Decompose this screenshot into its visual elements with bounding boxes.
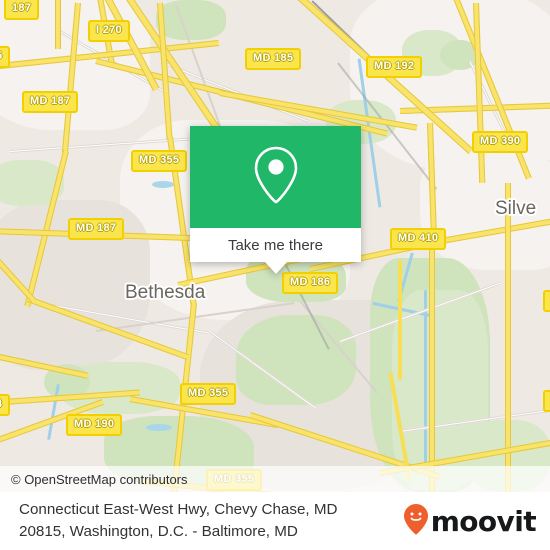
openstreetmap-attribution[interactable]: © OpenStreetMap contributors — [0, 472, 188, 487]
footer-bar: Connecticut East-West Hwy, Chevy Chase, … — [0, 492, 550, 550]
map-route-shield[interactable]: MD 192 — [366, 56, 423, 78]
popup-pointer-tail — [264, 262, 287, 274]
map-route-shield[interactable]: 4 — [0, 394, 11, 416]
map-road-major — [55, 0, 61, 49]
map-route-shield[interactable]: 5 — [0, 46, 11, 68]
caption-line-2: 20815, Washington, D.C. - Baltimore, MD — [19, 523, 298, 540]
screenshot-root: Bethesda Silve 187 I 270 MD 185 MD 192 M… — [0, 0, 550, 550]
map-route-shield[interactable]: MD 190 — [66, 414, 123, 436]
take-me-there-label: Take me there — [227, 236, 324, 254]
caption-line-1: Connecticut East-West Hwy, Chevy Chase, … — [19, 500, 338, 518]
map-road-park — [398, 260, 402, 380]
map-pin-icon — [250, 144, 302, 211]
popup-header — [190, 126, 361, 228]
map-road-major — [429, 245, 435, 492]
map-road-major — [505, 183, 511, 492]
map-route-shield[interactable]: I 270 — [88, 20, 130, 42]
map-route-shield[interactable]: 187 — [4, 0, 40, 20]
destination-popup[interactable]: Take me there — [190, 126, 361, 274]
map-canvas[interactable]: Bethesda Silve 187 I 270 MD 185 MD 192 M… — [0, 0, 550, 492]
map-area-park — [156, 0, 226, 40]
location-caption: Connecticut East-West Hwy, Chevy Chase, … — [19, 499, 337, 543]
map-water-pond — [152, 181, 174, 188]
map-route-shield[interactable]: MD 355 — [180, 383, 237, 405]
map-water-pond — [146, 424, 172, 431]
moovit-pin-smiley-icon — [403, 503, 429, 540]
map-route-shield[interactable]: MD 185 — [245, 48, 302, 70]
map-water-creek — [424, 290, 427, 470]
map-route-shield[interactable]: I — [543, 390, 550, 412]
map-place-label: Silve — [495, 198, 537, 219]
map-route-shield[interactable]: MD 187 — [68, 218, 125, 240]
map-route-shield[interactable]: MD 410 — [390, 228, 447, 250]
moovit-logo[interactable]: moovit — [403, 503, 537, 540]
moovit-wordmark: moovit — [430, 504, 537, 538]
map-route-shield[interactable]: MD 390 — [472, 131, 529, 153]
map-place-label: Bethesda — [125, 282, 206, 303]
map-route-shield[interactable]: MD 186 — [282, 272, 339, 294]
map-route-shield[interactable]: MD 187 — [22, 91, 79, 113]
popup-cta[interactable]: Take me there — [190, 228, 361, 262]
map-attribution-bar: © OpenStreetMap contributors — [0, 466, 550, 492]
map-route-shield[interactable]: I — [543, 290, 550, 312]
map-route-shield[interactable]: MD 355 — [131, 150, 188, 172]
